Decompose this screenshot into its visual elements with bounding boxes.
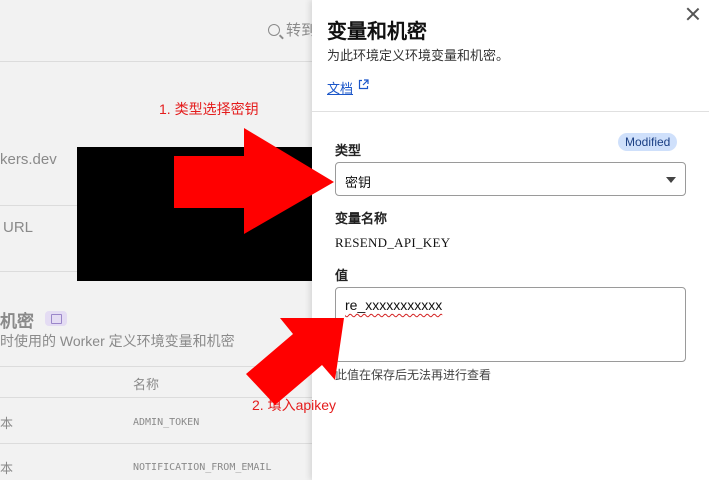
arrow-up-right-icon	[246, 318, 344, 405]
annotation-arrows	[174, 128, 344, 405]
arrow-right-icon	[174, 128, 334, 234]
